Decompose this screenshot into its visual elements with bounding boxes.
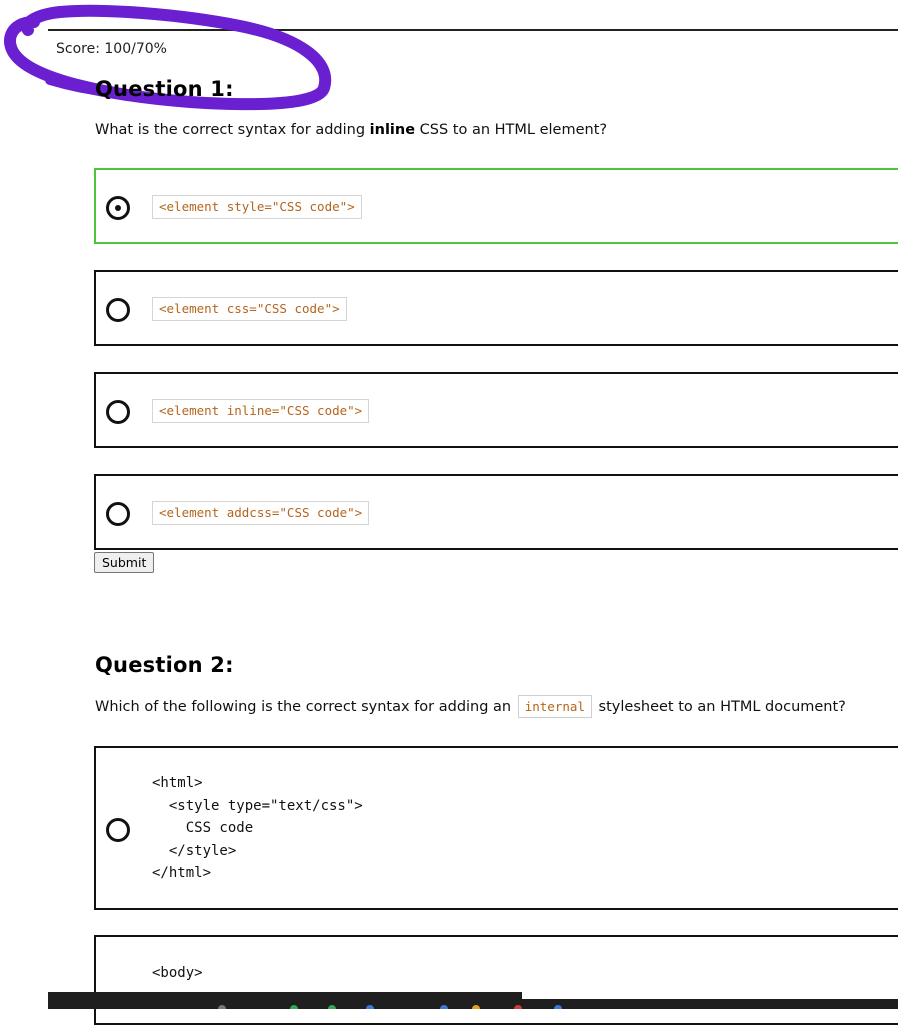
question-2-option-1[interactable]: <html> <style type="text/css"> CSS code … — [94, 746, 898, 910]
question-1-prompt: What is the correct syntax for adding in… — [95, 122, 607, 138]
prompt-text: What is the correct syntax for adding — [95, 122, 370, 138]
prompt-text: stylesheet to an HTML document? — [593, 699, 846, 715]
radio-unselected-icon[interactable] — [106, 400, 130, 424]
radio-selected-icon[interactable] — [106, 196, 130, 220]
taskbar-app-icon[interactable] — [366, 1005, 374, 1009]
taskbar-app-icon[interactable] — [328, 1005, 336, 1009]
option-code: <element inline="CSS code"> — [152, 399, 370, 423]
taskbar-app-icon[interactable] — [290, 1005, 298, 1009]
question-1-option-3[interactable]: <element inline="CSS code"> — [94, 372, 898, 448]
radio-unselected-icon[interactable] — [106, 502, 130, 526]
taskbar-app-icon[interactable] — [472, 1005, 480, 1009]
taskbar — [48, 992, 898, 1009]
option-code: <element addcss="CSS code"> — [152, 501, 370, 525]
taskbar-app-icon[interactable] — [514, 1005, 522, 1009]
option-code: <element style="CSS code"> — [152, 195, 362, 219]
question-1-option-4[interactable]: <element addcss="CSS code"> — [94, 474, 898, 550]
hand-drawn-circle-icon — [4, 4, 332, 111]
option-code: <element css="CSS code"> — [152, 297, 347, 321]
prompt-inline-code: internal — [517, 695, 592, 718]
question-1-option-2[interactable]: <element css="CSS code"> — [94, 270, 898, 346]
option-code-block: <html> <style type="text/css"> CSS code … — [152, 775, 363, 881]
taskbar-app-icon[interactable] — [218, 1005, 226, 1009]
score-label: Score: 100/70% — [56, 41, 167, 57]
prompt-text: Which of the following is the correct sy… — [95, 699, 516, 715]
taskbar-app-icon[interactable] — [440, 1005, 448, 1009]
taskbar-app-icon[interactable] — [554, 1005, 562, 1009]
option-code-block: <body> — [152, 965, 203, 981]
question-2-option-2[interactable]: <body> — [94, 935, 898, 1025]
submit-button[interactable]: Submit — [94, 552, 155, 573]
question-2-heading: Question 2: — [95, 653, 234, 677]
radio-unselected-icon[interactable] — [106, 818, 130, 842]
radio-unselected-icon[interactable] — [106, 298, 130, 322]
taskbar-strip — [522, 992, 898, 999]
question-1-option-1[interactable]: <element style="CSS code"> — [94, 168, 898, 244]
question-2-prompt: Which of the following is the correct sy… — [95, 695, 846, 718]
prompt-text: CSS to an HTML element? — [415, 122, 608, 138]
top-divider — [48, 29, 898, 31]
prompt-bold-keyword: inline — [369, 122, 416, 138]
question-1-heading: Question 1: — [95, 77, 234, 101]
